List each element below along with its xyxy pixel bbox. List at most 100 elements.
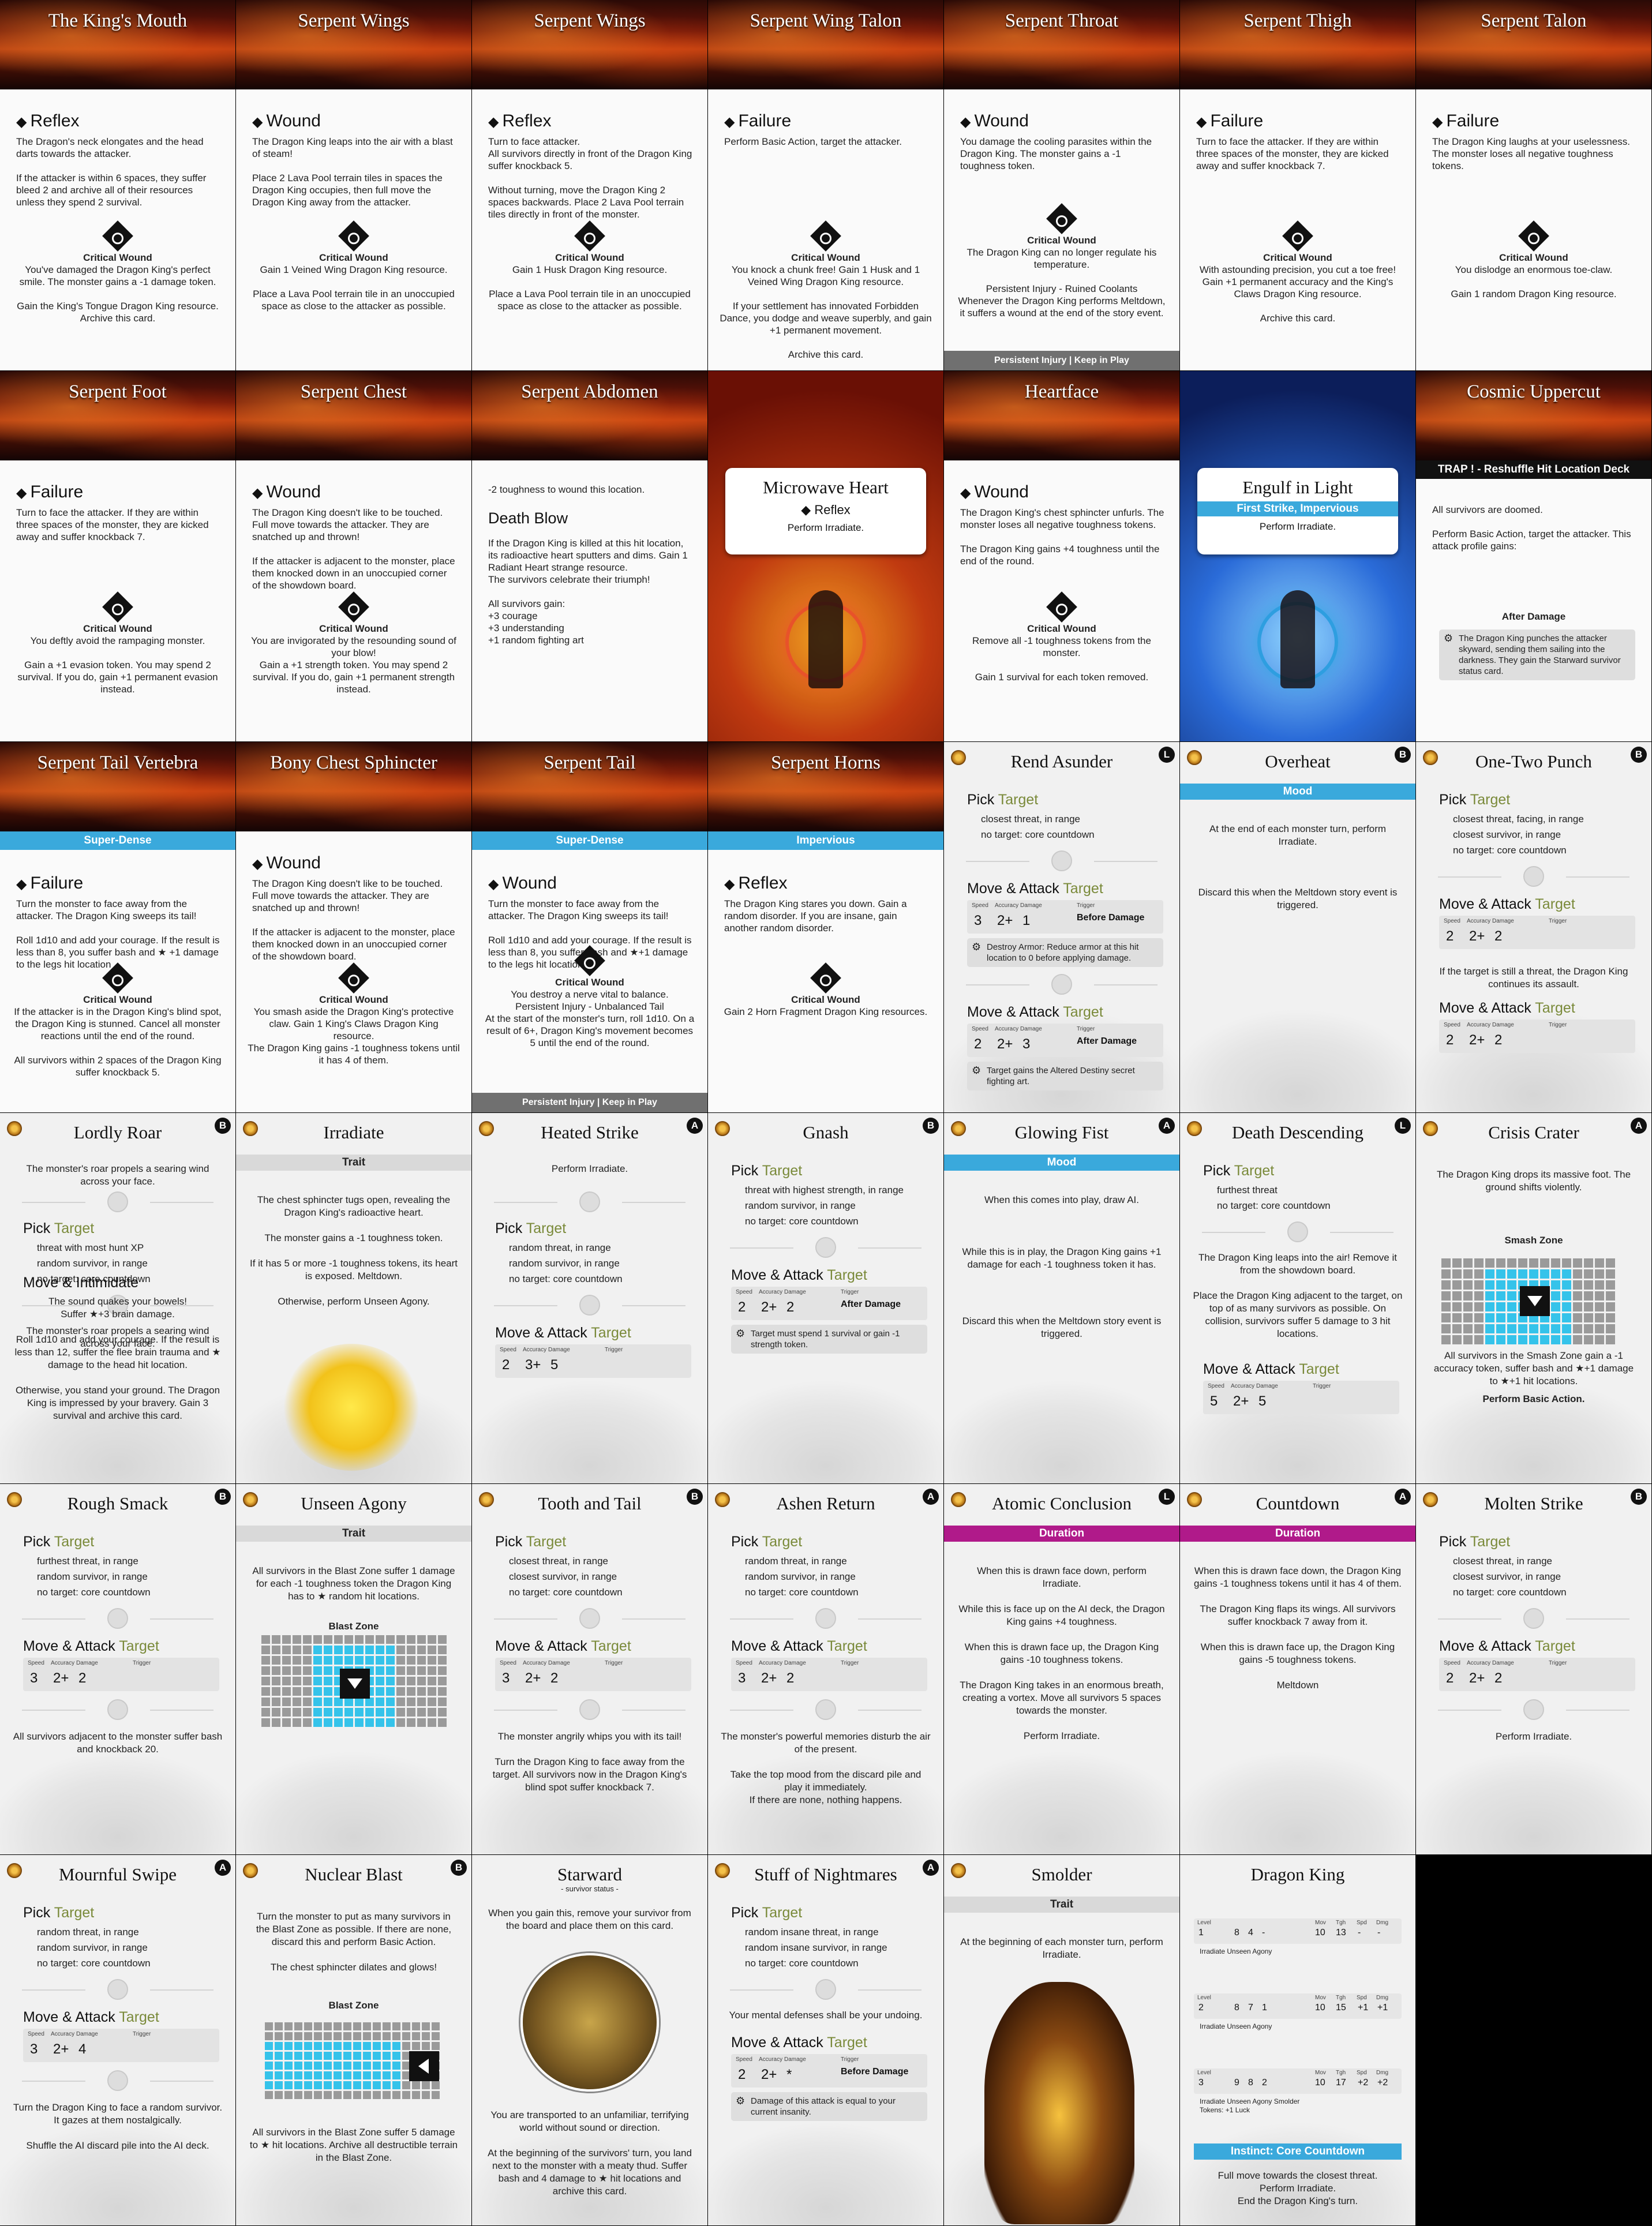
ai-card: One-Two Punch B Pick Target closest threat,… <box>1416 742 1651 1112</box>
ai-level-badge: A <box>923 1860 939 1876</box>
hit-location-card: Serpent Wings ◆ Wound The Dragon King leaps… <box>236 0 471 370</box>
pick-heading: Pick Target <box>495 1534 566 1550</box>
stat-label: Damage <box>76 1660 98 1666</box>
stat-label: Accuracy <box>1467 1660 1491 1666</box>
illustration-figure <box>1280 590 1315 688</box>
divider-icon <box>1202 1221 1393 1242</box>
card-title: Heated Strike <box>541 1122 639 1142</box>
card-title: Stuff of Nightmares <box>754 1864 897 1884</box>
card-title: Overheat <box>1265 751 1331 771</box>
stat-value-damage: 2 <box>786 1670 795 1686</box>
level-value: +2 <box>1358 2078 1369 2088</box>
ai-level-badge: B <box>1631 1489 1647 1505</box>
pick-label: Pick <box>495 1534 523 1550</box>
critical-wound-text: Gain 2 Horn Fragment Dragon King resourc… <box>724 1006 928 1017</box>
move-attack-label: Move & Attack <box>495 1325 587 1341</box>
target-options: closest threat, in range closest survivo… <box>509 1556 623 1598</box>
level-abilities: Irradiate Unseen Agony Smolder Tokens: +… <box>1200 2097 1300 2114</box>
target-label: Target <box>1299 1361 1339 1377</box>
divider-icon <box>730 1237 921 1258</box>
critical-wound-text: You dislodge an enormous toe-claw. Gain … <box>1451 264 1617 299</box>
pick-label: Pick <box>495 1220 523 1236</box>
card-watermark <box>944 1380 1179 1483</box>
hit-type-label: Reflex <box>738 874 788 893</box>
card-title: Rough Smack <box>67 1493 168 1513</box>
level-value: 2 <box>1262 2078 1267 2088</box>
attack-profile: Speed 2 Accuracy 2+ Damage 2 Trigger <box>1439 916 1635 949</box>
ai-card: Countdown A Duration When this is drawn fac… <box>1180 1484 1415 1854</box>
stat-value-speed: 3 <box>974 913 982 928</box>
card-text-2: While this is in play, the Dragon King g… <box>962 1246 1162 1270</box>
hit-location-card: Serpent Chest ◆ Wound The Dragon King doesn… <box>236 371 471 741</box>
hit-location-card: Bony Chest Sphincter ◆ Wound The Dragon Kin… <box>236 742 471 1112</box>
pre-text: Your mental defenses shall be your undoi… <box>729 2010 923 2021</box>
critical-wound: Critical Wound With astounding precision,… <box>1192 252 1404 324</box>
stat-label: Speed <box>736 1660 752 1666</box>
target-label: Target <box>54 1905 95 1921</box>
stat-value-accuracy: 2+ <box>525 1670 541 1686</box>
pick-heading: Pick Target <box>1203 1163 1274 1179</box>
column-label: Dmg <box>1376 2070 1389 2076</box>
card-title: Serpent Wings <box>534 10 646 31</box>
card-text: The Dragon King laughs at your uselessne… <box>1432 136 1631 171</box>
stat-label: Damage <box>1020 902 1042 909</box>
reaction-diamond-icon: ◆ <box>488 114 499 130</box>
ai-level-badge: A <box>1159 1118 1175 1134</box>
move-attack-heading: Move & Attack Target <box>1439 896 1575 913</box>
level-value: 4 <box>1248 1928 1253 1938</box>
divider-icon <box>730 1979 921 2000</box>
critical-wound: Critical Wound You deftly avoid the rampa… <box>12 623 224 695</box>
hit-location-card: The King's Mouth ◆ Reflex The Dragon's neck… <box>0 0 235 370</box>
stat-label: Damage <box>1256 1383 1278 1389</box>
target-label: Target <box>827 1267 867 1283</box>
hit-type: ◆ Wound <box>960 111 1029 131</box>
stat-value-speed: 2 <box>1446 928 1454 944</box>
hit-type-label: Reflex <box>30 111 80 130</box>
critical-wound-title: Critical Wound <box>319 994 388 1005</box>
stat-label: Damage <box>784 1660 806 1666</box>
reaction-diamond-icon: ◆ <box>724 876 735 892</box>
stat-value-damage: 2 <box>786 1299 795 1315</box>
attack-profile: Speed 2 Accuracy 2+ Damage * Trigger Before Dam… <box>731 2054 927 2088</box>
level-value: 10 <box>1315 2078 1325 2088</box>
critical-wound-text: You are invigorated by the resounding so… <box>251 635 456 695</box>
stat-label: Speed <box>736 1289 752 1295</box>
stat-value-accuracy: 2+ <box>997 913 1013 928</box>
critical-wound-title: Critical Wound <box>83 994 152 1005</box>
ai-card: Rough Smack B Pick Target furthest threat, … <box>0 1484 235 1854</box>
persistent-injury-bar: Persistent Injury | Keep in Play <box>472 1093 707 1112</box>
card-text: At the beginning of each monster turn, p… <box>960 1936 1163 1960</box>
trigger-value: Before Damage <box>841 2067 909 2077</box>
critical-wound-title: Critical Wound <box>83 623 152 634</box>
critical-wound-text: You knock a chunk free! Gain 1 Husk and … <box>720 264 932 360</box>
mid-text: If the target is still a threat, the Dra… <box>1439 966 1628 990</box>
card-title: Death Descending <box>1231 1122 1364 1142</box>
card-title: One-Two Punch <box>1475 751 1592 771</box>
hit-type: ◆ Wound <box>488 874 557 893</box>
target-options: random threat, in range random survivor,… <box>509 1242 623 1284</box>
pick-label: Pick <box>23 1905 51 1921</box>
divider-icon <box>494 1295 685 1316</box>
level-value: 8 <box>1234 2003 1239 2013</box>
target-options: furthest threat no target: core countdow… <box>1217 1185 1331 1211</box>
stat-value-damage: 1 <box>1022 913 1031 928</box>
card-watermark <box>472 1380 707 1483</box>
move-attack-heading: Move & Attack Target <box>731 1638 867 1655</box>
card-title: Dragon King <box>1250 1864 1345 1884</box>
critical-wound-title: Critical Wound <box>791 994 860 1005</box>
move-attack-label: Move & Attack <box>1439 896 1531 912</box>
move-attack-heading: Move & Attack Target <box>967 1004 1103 1021</box>
card-text-2: All survivors in the Smash Zone gain a -… <box>1433 1350 1634 1386</box>
level-value: +1 <box>1358 2003 1369 2013</box>
hit-type-label: Wound <box>974 111 1029 130</box>
stat-value-speed: 2 <box>1446 1670 1454 1686</box>
ai-level-badge: B <box>451 1860 467 1876</box>
level-row: Level Mov Tgh Spd Dmg 1 8 4-10 13- - <box>1194 1918 1402 1944</box>
critical-wound-title: Critical Wound <box>1499 252 1568 263</box>
card-subtext: Perform Irradiate. <box>787 522 864 533</box>
ai-card: Nuclear Blast B Turn the monster to put as… <box>236 1855 471 2225</box>
card-title: Nuclear Blast <box>305 1864 403 1884</box>
card-text: Turn to face attacker. All survivors dir… <box>488 136 692 220</box>
divider-icon <box>730 1699 921 1720</box>
card-title: Cosmic Uppercut <box>1467 381 1601 402</box>
